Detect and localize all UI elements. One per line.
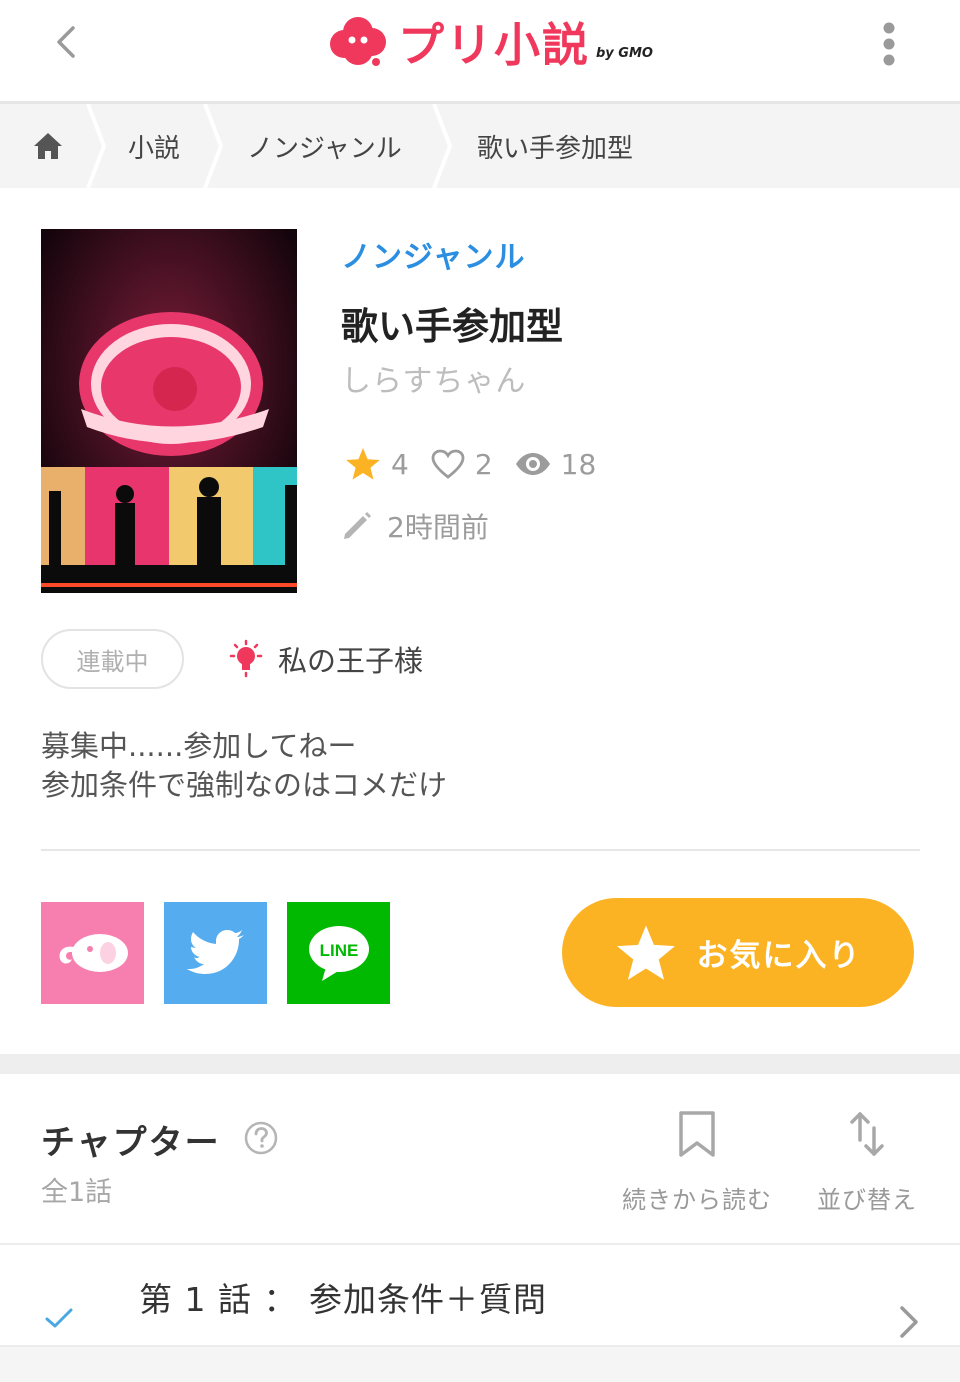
eye-icon [515, 453, 550, 475]
heart-icon [431, 449, 465, 479]
elephant-icon [59, 934, 128, 972]
book-description: 募集中......参加してねー 参加条件で強制なのはコメだけ [41, 727, 921, 805]
twitter-bird-icon [186, 930, 244, 974]
next-list-item-partial [0, 1345, 960, 1382]
line-icon-label: LINE [319, 941, 358, 960]
app-logo[interactable]: プリ小説 by GMO [328, 12, 653, 72]
tag-link[interactable]: 私の王子様 [226, 636, 423, 682]
book-title: 歌い手参加型 [341, 305, 563, 348]
divider [41, 849, 920, 851]
breadcrumb-item-novel[interactable]: 小説 [128, 104, 180, 188]
cloud-logo-icon [330, 17, 386, 66]
breadcrumb-item-genre[interactable]: ノンジャンル [247, 104, 402, 188]
twitter-share-button[interactable] [164, 902, 267, 1004]
section-separator [0, 1054, 960, 1074]
episode-title: 第 1 話 ： 参加条件＋質問 [139, 1280, 547, 1319]
sort-button[interactable]: 並び替え [817, 1110, 917, 1215]
author-link[interactable]: しらすちゃん [341, 356, 526, 400]
breadcrumb-separator [203, 104, 224, 188]
genre-link[interactable]: ノンジャンル [341, 232, 526, 276]
line-icon: LINE [308, 926, 369, 981]
continue-reading-label: 続きから読む [622, 1186, 772, 1214]
breadcrumb: 小説 ノンジャンル 歌い手参加型 [0, 104, 960, 188]
favorite-count: 4 [345, 447, 409, 481]
breadcrumb-separator [86, 104, 107, 188]
logo-text: プリ小説 [398, 18, 590, 72]
check-icon [45, 1308, 73, 1328]
like-count-value: 2 [474, 447, 493, 481]
status-badge: 連載中 [41, 629, 184, 689]
description-line: 募集中......参加してねー [41, 729, 357, 763]
pencil-icon [344, 512, 371, 539]
line-share-button[interactable]: LINE [287, 902, 390, 1004]
favorite-button-label: お気に入り [696, 938, 862, 974]
favorite-count-value: 4 [391, 447, 409, 481]
breadcrumb-home[interactable] [32, 104, 64, 188]
chevron-left-icon [57, 26, 75, 58]
updated-time-value: 2時間前 [387, 511, 489, 544]
description-line: 参加条件で強制なのはコメだけ [41, 768, 448, 802]
updated-time: 2時間前 [341, 504, 489, 548]
sort-label: 並び替え [817, 1186, 917, 1214]
view-count-value: 18 [560, 447, 597, 481]
app-header: プリ小説 by GMO [0, 0, 960, 104]
breadcrumb-separator [432, 104, 453, 188]
back-button[interactable] [46, 22, 86, 62]
home-icon [34, 133, 62, 159]
tag-label: 私の王子様 [278, 644, 424, 678]
book-cover-image[interactable] [41, 229, 297, 593]
bookmark-icon [679, 1111, 715, 1157]
star-icon [346, 448, 380, 480]
star-icon [616, 924, 675, 980]
breadcrumb-item-current: 歌い手参加型 [477, 133, 634, 164]
like-count: 2 [431, 448, 493, 481]
lightbulb-icon [229, 639, 263, 678]
chevron-right-icon [900, 1306, 918, 1338]
favorite-button[interactable]: お気に入り [562, 898, 914, 1007]
chapter-count: 全1話 [41, 1177, 113, 1208]
sort-arrows-icon [850, 1112, 884, 1156]
continue-reading-button[interactable]: 続きから読む [622, 1110, 772, 1215]
prichat-share-button[interactable] [41, 902, 144, 1004]
help-icon[interactable] [244, 1121, 278, 1155]
more-vertical-icon [883, 22, 895, 66]
more-menu-button[interactable] [866, 18, 912, 70]
list-item[interactable]: 第 1 話 ： 参加条件＋質問 [0, 1245, 960, 1345]
view-count: 18 [515, 447, 597, 481]
book-stats: 4 2 18 [345, 444, 618, 484]
logo-sub: by GMO [596, 45, 653, 61]
cover-illustration [41, 229, 297, 593]
chapter-heading: チャプター [41, 1123, 221, 1163]
